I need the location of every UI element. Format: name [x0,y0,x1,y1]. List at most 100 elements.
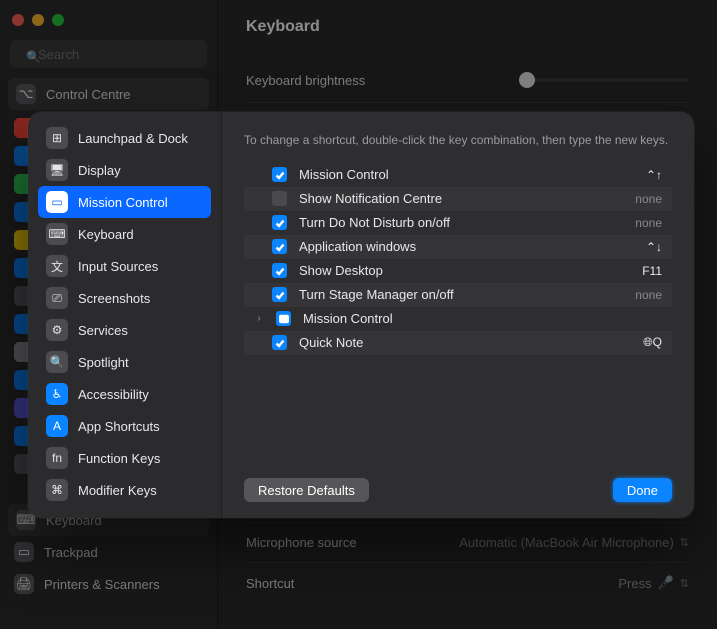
category-item-app-shortcuts[interactable]: A App Shortcuts [38,410,211,442]
shortcut-label: Turn Stage Manager on/off [299,287,623,302]
shortcut-checkbox[interactable] [272,191,287,206]
sidebar-item-label: Printers & Scanners [44,577,160,592]
category-label: Screenshots [78,291,150,306]
category-item-screenshots[interactable]: ⎚ Screenshots [38,282,211,314]
shortcut-label: Mission Control [303,311,650,326]
setting-value: Automatic (MacBook Air Microphone) [459,535,674,550]
category-label: Accessibility [78,387,149,402]
done-button[interactable]: Done [613,478,672,502]
category-label: Mission Control [78,195,168,210]
chevron-updown-icon[interactable]: ⇅ [680,577,689,590]
search-icon: 🔍 [26,50,41,64]
app-shortcuts-icon: A [46,415,68,437]
shortcut-row[interactable]: Turn Stage Manager on/off none [244,283,672,307]
shortcut-value[interactable]: none [635,216,662,230]
category-item-accessibility[interactable]: ♿︎ Accessibility [38,378,211,410]
accessibility-icon: ♿︎ [46,383,68,405]
shortcut-checkbox[interactable] [272,167,287,182]
setting-row-shortcut: Shortcut Press 🎤 ⇅ [246,563,689,603]
shortcut-label: Turn Do Not Disturb on/off [299,215,623,230]
disclosure-icon[interactable]: › [254,313,264,324]
modifier-keys-icon: ⌘ [46,479,68,501]
category-label: Function Keys [78,451,160,466]
setting-row-mic: Microphone source Automatic (MacBook Air… [246,523,689,563]
shortcut-checkbox[interactable] [272,263,287,278]
category-item-services[interactable]: ⚙ Services [38,314,211,346]
shortcut-label: Mission Control [299,167,634,182]
category-label: Services [78,323,128,338]
setting-row-brightness: Keyboard brightness [246,58,689,103]
close-icon[interactable] [12,14,24,26]
control-centre-icon: ⌥ [16,84,36,104]
category-item-spotlight[interactable]: 🔍 Spotlight [38,346,211,378]
shortcut-value[interactable]: none [635,192,662,206]
shortcut-value[interactable]: ⌃↑ [646,168,662,182]
category-label: Keyboard [78,227,134,242]
shortcut-row[interactable]: › Mission Control [244,307,672,331]
setting-value: Press [618,576,651,591]
sidebar-item-label: Trackpad [44,545,98,560]
category-label: App Shortcuts [78,419,160,434]
chevron-updown-icon[interactable]: ⇅ [680,536,689,549]
launchpad-icon: ⊞ [46,127,68,149]
folder-icon [276,311,291,326]
sidebar-item-label: Control Centre [46,87,131,102]
shortcut-row[interactable]: Mission Control ⌃↑ [244,163,672,187]
shortcut-row[interactable]: Turn Do Not Disturb on/off none [244,211,672,235]
shortcut-checkbox[interactable] [272,215,287,230]
shortcut-row[interactable]: Show Desktop F11 [244,259,672,283]
brightness-slider[interactable] [519,70,689,90]
category-item-keyboard[interactable]: ⌨ Keyboard [38,218,211,250]
shortcuts-main: To change a shortcut, double-click the k… [222,112,694,518]
spotlight-icon: 🔍 [46,351,68,373]
maximize-icon[interactable] [52,14,64,26]
screenshots-icon: ⎚ [46,287,68,309]
category-item-modifier-keys[interactable]: ⌘Modifier Keys [38,474,211,506]
shortcut-label: Application windows [299,239,634,254]
category-label: Spotlight [78,355,129,370]
printer-icon: 🖨 [14,574,34,594]
category-item-input-sources[interactable]: 文 Input Sources [38,250,211,282]
shortcut-value[interactable]: ⌃↓ [646,240,662,254]
setting-label: Microphone source [246,535,357,550]
shortcut-row[interactable]: Application windows ⌃↓ [244,235,672,259]
shortcut-row[interactable]: Show Notification Centre none [244,187,672,211]
setting-label: Keyboard brightness [246,73,365,88]
trackpad-icon: ▭ [14,542,34,562]
sidebar-item-control-centre[interactable]: ⌥ Control Centre [8,78,209,110]
category-item-mission-control[interactable]: ▭ Mission Control [38,186,211,218]
category-label: Input Sources [78,259,158,274]
setting-label: Shortcut [246,576,294,591]
shortcut-checkbox[interactable] [272,239,287,254]
shortcut-label: Quick Note [299,335,631,350]
minimize-icon[interactable] [32,14,44,26]
shortcut-row[interactable]: Quick Note 🌐︎Q [244,331,672,355]
restore-defaults-button[interactable]: Restore Defaults [244,478,369,502]
sidebar-item-printers[interactable]: 🖨 Printers & Scanners [0,568,217,600]
category-item-display[interactable]: 🖥Display [38,154,211,186]
shortcut-checkbox[interactable] [272,287,287,302]
shortcut-label: Show Desktop [299,263,630,278]
shortcut-value[interactable]: none [635,288,662,302]
category-label: Display [78,163,121,178]
window-controls[interactable] [0,8,217,36]
shortcuts-list: Mission Control ⌃↑ Show Notification Centr… [244,163,672,464]
sidebar-item-trackpad[interactable]: ▭ Trackpad [0,536,217,568]
shortcuts-category-sidebar: ⊞ Launchpad & Dock 🖥Display ▭ Mission Contro… [28,112,222,518]
shortcut-checkbox[interactable] [272,335,287,350]
function-keys-icon: fn [46,447,68,469]
keyboard-icon: ⌨ [46,223,68,245]
input-sources-icon: 文 [46,255,68,277]
category-item-function-keys[interactable]: fn Function Keys [38,442,211,474]
page-title: Keyboard [246,18,689,36]
shortcut-value[interactable]: F11 [642,264,662,278]
keyboard-shortcuts-sheet: ⊞ Launchpad & Dock 🖥Display ▭ Mission Contro… [28,112,694,518]
shortcut-value[interactable]: 🌐︎Q [643,335,662,350]
services-icon: ⚙ [46,319,68,341]
mic-icon: 🎤 [658,575,674,591]
category-item-launchpad[interactable]: ⊞ Launchpad & Dock [38,122,211,154]
category-label: Launchpad & Dock [78,131,188,146]
mission-control-icon: ▭ [46,191,68,213]
sheet-description: To change a shortcut, double-click the k… [244,132,672,149]
shortcut-label: Show Notification Centre [299,191,623,206]
